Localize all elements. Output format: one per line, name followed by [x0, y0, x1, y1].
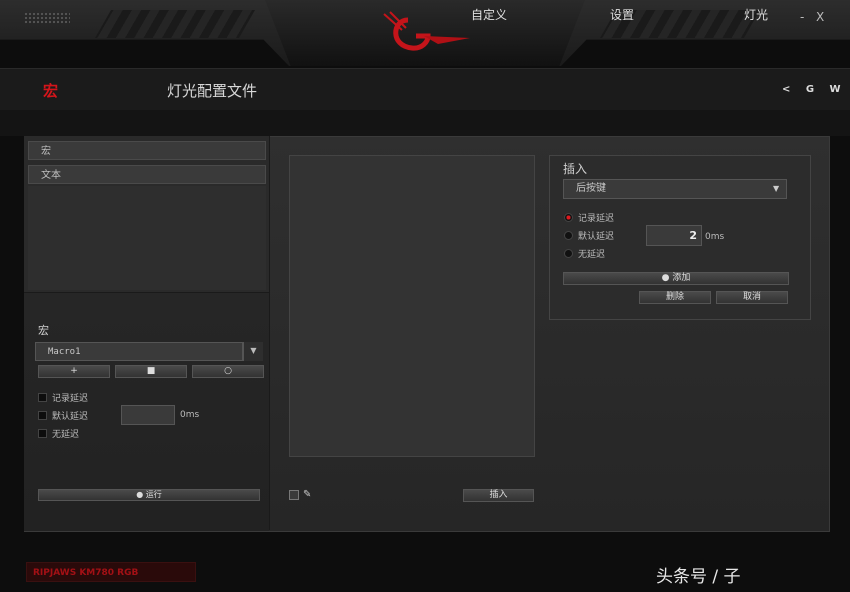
record-delay-checkbox[interactable] — [38, 393, 47, 402]
gskill-logo-icon — [383, 11, 470, 51]
delay-input[interactable] — [121, 405, 175, 425]
record-button[interactable]: ○ — [192, 365, 264, 378]
radio-record-delay[interactable] — [564, 213, 573, 222]
default-delay-label: 默认延迟 — [52, 412, 89, 422]
stripe-decoration-left — [95, 10, 255, 38]
default-delay-checkbox[interactable] — [38, 411, 47, 420]
insert-record-delay-label: 记录延迟 — [578, 214, 615, 224]
profile-title: 灯光配置文件 — [167, 82, 258, 100]
list-area — [28, 186, 266, 290]
delay-unit: 0ms — [180, 410, 200, 420]
macro-mode-icon[interactable]: 宏 — [43, 80, 58, 101]
tab-bar — [0, 110, 850, 136]
radio-default-delay[interactable] — [564, 231, 573, 240]
insert-cancel-button[interactable]: 取消 — [716, 291, 788, 304]
insert-default-delay-label: 默认延迟 — [578, 232, 615, 242]
tab-customize[interactable]: 自定义 — [471, 6, 507, 23]
insert-button[interactable]: 插入 — [463, 489, 534, 502]
watermark-text: 头条号 / 子 — [656, 567, 741, 587]
device-model-label: RIPJAWS KM780 RGB — [26, 562, 196, 582]
macro-event-list[interactable] — [289, 155, 535, 457]
header-icons[interactable]: < G W — [782, 84, 847, 95]
stop-button[interactable]: ■ — [115, 365, 187, 378]
insert-delay-unit: 0ms — [705, 232, 725, 242]
edit-icon[interactable]: ✎ — [303, 489, 311, 500]
list-item-macro[interactable]: 宏 — [28, 141, 266, 160]
insert-delete-button[interactable]: 删除 — [639, 291, 711, 304]
insert-no-delay-label: 无延迟 — [578, 250, 606, 260]
chevron-down-icon[interactable]: ▼ — [773, 184, 779, 193]
run-button[interactable]: ● 运行 — [38, 489, 260, 501]
no-delay-checkbox[interactable] — [38, 429, 47, 438]
minimize-button[interactable]: - — [800, 10, 804, 24]
no-delay-label: 无延迟 — [52, 430, 80, 440]
close-button[interactable]: X — [816, 10, 824, 24]
macro-section-label: 宏 — [38, 324, 49, 337]
insert-delay-input[interactable]: 2 — [646, 225, 702, 246]
insert-add-button[interactable]: ● 添加 — [563, 272, 789, 285]
select-all-checkbox[interactable] — [289, 490, 299, 500]
radio-no-delay[interactable] — [564, 249, 573, 258]
macro-select[interactable]: Macro1 — [35, 342, 243, 361]
profile-header — [0, 68, 850, 112]
add-macro-button[interactable]: + — [38, 365, 110, 378]
list-item-text[interactable]: 文本 — [28, 165, 266, 184]
speaker-grill-decoration — [24, 12, 70, 24]
insert-title: 插入 — [563, 162, 588, 176]
tab-lighting[interactable]: 灯光 — [744, 6, 768, 23]
chevron-down-icon[interactable]: ▼ — [243, 342, 263, 361]
insert-type-select[interactable]: 后按键 — [563, 179, 787, 199]
record-delay-label: 记录延迟 — [52, 394, 89, 404]
tab-settings[interactable]: 设置 — [610, 6, 634, 23]
